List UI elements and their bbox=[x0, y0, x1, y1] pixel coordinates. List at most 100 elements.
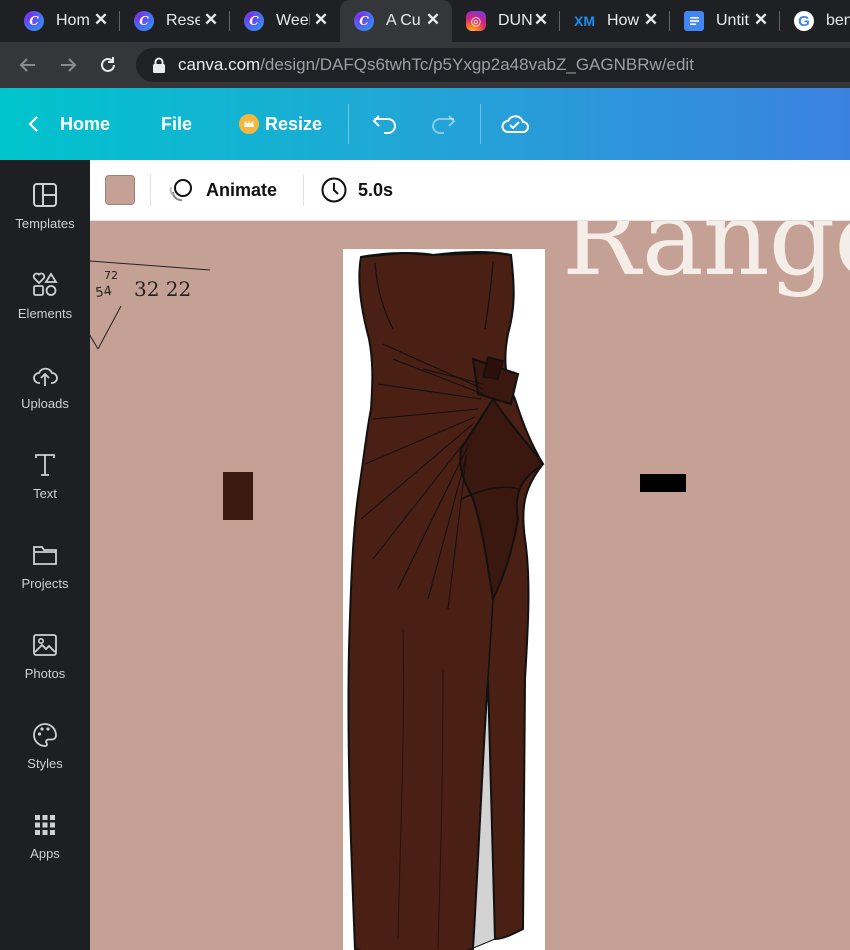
browser-tab-how[interactable]: XM How ✕ bbox=[560, 0, 670, 42]
svg-text:54: 54 bbox=[94, 284, 112, 301]
duration-button[interactable]: 5.0s bbox=[320, 160, 393, 220]
docs-icon bbox=[684, 11, 704, 31]
sidebar-item-label: Text bbox=[33, 486, 57, 501]
xm-icon: XM bbox=[574, 13, 595, 29]
sidebar-item-uploads[interactable]: Uploads bbox=[0, 362, 90, 442]
header-divider bbox=[348, 104, 349, 144]
black-rectangle-shape[interactable] bbox=[640, 474, 686, 492]
browser-tab-instagram[interactable]: ◎ DUN ✕ bbox=[452, 0, 560, 42]
browser-tab-research[interactable]: C Research ✕ bbox=[120, 0, 230, 42]
sidebar-item-label: Elements bbox=[17, 306, 73, 321]
duration-label: 5.0s bbox=[358, 179, 394, 200]
tab-title: Home bbox=[56, 12, 90, 29]
undo-button[interactable] bbox=[372, 88, 398, 160]
sidebar-item-projects[interactable]: Projects bbox=[0, 542, 90, 622]
sidebar-item-label: Apps bbox=[30, 846, 60, 861]
tab-title: A Cu bbox=[386, 12, 420, 29]
svg-text:32 22: 32 22 bbox=[134, 277, 191, 301]
chevron-left-icon bbox=[28, 116, 38, 132]
browser-tab-google[interactable]: G bene bbox=[780, 0, 850, 42]
palette-icon bbox=[33, 723, 57, 747]
url-host: canva.com bbox=[178, 55, 261, 74]
home-button[interactable]: Home bbox=[26, 88, 110, 160]
upload-cloud-icon bbox=[33, 367, 58, 386]
redo-icon bbox=[432, 115, 456, 134]
dress-illustration bbox=[347, 251, 545, 950]
sidebar-item-templates[interactable]: Templates bbox=[0, 182, 90, 262]
reload-button[interactable] bbox=[94, 51, 122, 79]
instagram-icon: ◎ bbox=[466, 11, 486, 31]
editor-header: Home File Resize bbox=[0, 88, 850, 160]
sidebar-item-elements[interactable]: Elements bbox=[0, 272, 90, 352]
templates-icon bbox=[33, 183, 57, 207]
text-icon bbox=[35, 454, 55, 476]
side-panel-nav: Templates Elements Uploads Text Projects… bbox=[0, 160, 90, 950]
close-icon[interactable]: ✕ bbox=[424, 11, 442, 29]
browser-tab-active[interactable]: C A Cu ✕ bbox=[340, 0, 452, 42]
tab-title: Week bbox=[276, 12, 310, 29]
resize-label: Resize bbox=[265, 113, 323, 134]
browser-tab-untitled[interactable]: Untitled ✕ bbox=[670, 0, 780, 42]
elements-icon bbox=[32, 272, 58, 296]
url-path: /design/DAFQs6twhTc/p5Yxgp2a48vabZ_GAGNB… bbox=[260, 55, 694, 74]
forward-button[interactable] bbox=[54, 51, 82, 79]
browser-tab-week[interactable]: C Week ✕ bbox=[230, 0, 340, 42]
browser-toolbar: canva.com/design/DAFQs6twhTc/p5Yxgp2a48v… bbox=[0, 42, 850, 88]
sidebar-item-label: Uploads bbox=[21, 396, 69, 411]
apps-grid-icon bbox=[35, 815, 55, 835]
dress-sketch-image[interactable] bbox=[343, 249, 545, 950]
header-divider bbox=[480, 104, 481, 144]
canva-icon: C bbox=[24, 11, 44, 31]
tab-title: bene bbox=[826, 12, 850, 29]
browser-tab-strip: C Home ✕ C Research ✕ C Week ✕ C A Cu ✕ … bbox=[0, 0, 850, 42]
close-icon[interactable]: ✕ bbox=[532, 11, 550, 29]
close-icon[interactable]: ✕ bbox=[752, 11, 770, 29]
tab-title: Research bbox=[166, 12, 200, 29]
toolbar-divider bbox=[303, 174, 304, 206]
svg-text:72: 72 bbox=[104, 269, 118, 282]
back-button[interactable] bbox=[14, 51, 42, 79]
background-color-swatch[interactable] bbox=[105, 175, 135, 205]
save-status-button[interactable] bbox=[500, 88, 530, 160]
browser-tab-home[interactable]: C Home ✕ bbox=[10, 0, 120, 42]
file-menu-button[interactable]: File bbox=[161, 88, 192, 160]
close-icon[interactable]: ✕ bbox=[92, 11, 110, 29]
canva-icon: C bbox=[354, 11, 374, 31]
resize-button[interactable]: Resize bbox=[239, 88, 322, 160]
sidebar-item-label: Styles bbox=[27, 756, 63, 771]
sidebar-item-label: Templates bbox=[15, 216, 75, 231]
sidebar-item-styles[interactable]: Styles bbox=[0, 722, 90, 802]
lock-icon bbox=[153, 57, 165, 73]
brown-rectangle-shape[interactable] bbox=[223, 472, 253, 520]
animate-button[interactable]: Animate bbox=[168, 160, 277, 220]
file-label: File bbox=[161, 113, 193, 134]
toolbar-divider bbox=[150, 174, 151, 206]
address-bar[interactable]: canva.com/design/DAFQs6twhTc/p5Yxgp2a48v… bbox=[136, 48, 850, 82]
google-icon: G bbox=[794, 11, 814, 31]
arrow-right-icon bbox=[61, 58, 77, 72]
close-icon[interactable]: ✕ bbox=[202, 11, 220, 29]
tab-title: How bbox=[607, 12, 640, 29]
canva-icon: C bbox=[244, 11, 264, 31]
home-label: Home bbox=[60, 113, 111, 134]
sidebar-item-photos[interactable]: Photos bbox=[0, 632, 90, 712]
reload-icon bbox=[101, 57, 115, 72]
close-icon[interactable]: ✕ bbox=[312, 11, 330, 29]
headline-text[interactable]: Range bbox=[562, 221, 850, 299]
crown-icon bbox=[239, 114, 259, 134]
handwritten-notes[interactable]: 72 54 32 22 bbox=[90, 221, 230, 361]
close-icon[interactable]: ✕ bbox=[642, 11, 660, 29]
tab-title: DUN bbox=[498, 12, 532, 29]
context-toolbar: Animate 5.0s bbox=[90, 160, 850, 221]
undo-icon bbox=[372, 115, 396, 134]
sidebar-item-label: Photos bbox=[24, 666, 66, 681]
animate-label: Animate bbox=[206, 179, 278, 200]
arrow-left-icon bbox=[19, 58, 35, 72]
redo-button[interactable] bbox=[430, 88, 456, 160]
design-canvas[interactable]: Range 72 54 32 22 bbox=[90, 221, 850, 950]
image-icon bbox=[33, 634, 57, 656]
tab-title: Untitled bbox=[716, 12, 750, 29]
clock-icon bbox=[321, 177, 347, 203]
sidebar-item-apps[interactable]: Apps bbox=[0, 812, 90, 892]
sidebar-item-text[interactable]: Text bbox=[0, 452, 90, 532]
